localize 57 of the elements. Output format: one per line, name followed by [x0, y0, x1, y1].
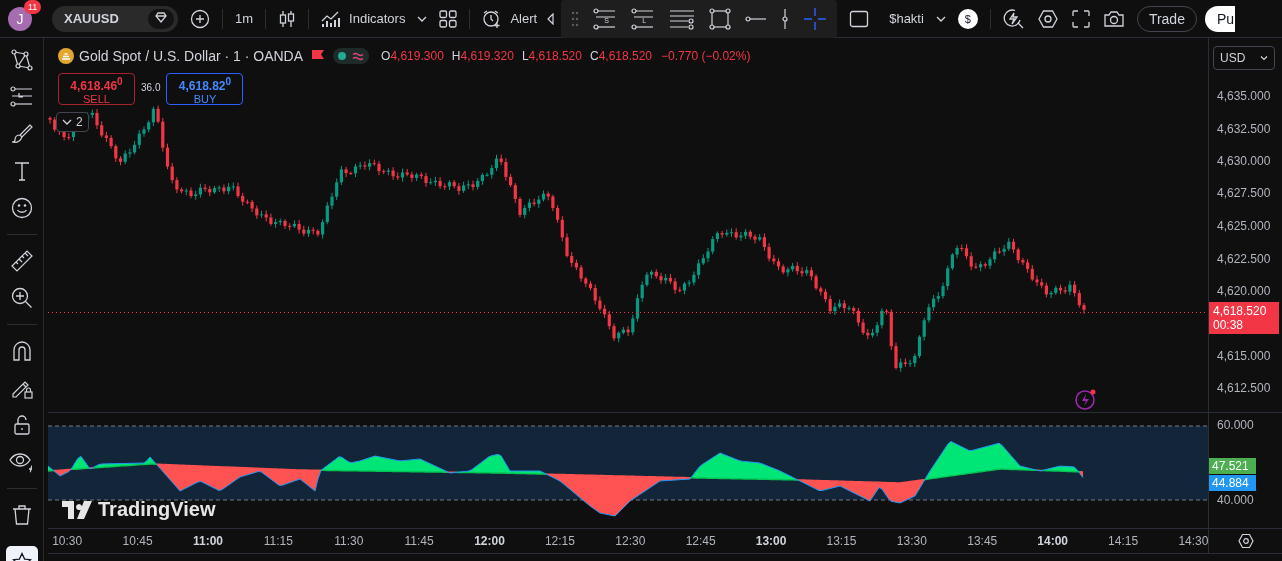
- symbol-title[interactable]: Gold Spot / U.S. Dollar · 1 · OANDA: [79, 48, 304, 64]
- price-tick: 4,620.000: [1217, 284, 1271, 298]
- price-tick: 4,635.000: [1217, 89, 1271, 103]
- price-change: −0.770 (−0.02%): [661, 49, 751, 63]
- price-tick: 4,622.500: [1217, 252, 1271, 266]
- time-tick: 13:45: [966, 533, 999, 550]
- time-tick: 11:00: [191, 533, 224, 550]
- sell-button[interactable]: 4,618.46$^{0}$ SELL: [58, 73, 135, 105]
- symbol-search[interactable]: XAUUSD: [52, 5, 178, 32]
- time-tick: 11:30: [333, 533, 365, 550]
- currency-badge[interactable]: $: [957, 8, 978, 29]
- symbol-name: XAUUSD: [64, 11, 119, 26]
- notification-badge: 11: [24, 0, 42, 14]
- time-tick: 10:30: [51, 533, 84, 550]
- ohlc-label: C: [589, 49, 599, 63]
- ohlc-value: 4,619.320: [460, 49, 514, 63]
- ohlc-value: 4,618.520: [598, 49, 652, 63]
- price-tick: 4,615.000: [1217, 349, 1271, 363]
- time-tick: 12:45: [684, 533, 717, 550]
- watermark-text: TradingView: [98, 498, 216, 521]
- ohlc-value: 4,618.520: [528, 49, 582, 63]
- time-tick: 14:30: [1177, 533, 1210, 550]
- interval-button[interactable]: 1m: [235, 11, 254, 26]
- time-tick: 13:15: [825, 533, 858, 550]
- buy-button[interactable]: 4,618.82$^{0}$ BUY: [166, 73, 244, 105]
- ohlc-label: O: [381, 49, 391, 63]
- spread-value: 36.0: [141, 82, 161, 93]
- currency-dropdown[interactable]: USD: [1213, 46, 1275, 70]
- price-tick: 4,625.000: [1217, 219, 1271, 233]
- price-tick: 4,612.500: [1217, 381, 1271, 395]
- time-tick: 13:30: [895, 533, 928, 550]
- indicators-toggle[interactable]: 2: [56, 112, 89, 132]
- alert-button[interactable]: Alert: [482, 8, 538, 29]
- time-tick: 10:45: [121, 533, 154, 550]
- ohlc-label: H: [451, 49, 461, 63]
- price-tick: 4,632.500: [1217, 122, 1271, 136]
- time-tick: 14:00: [1036, 533, 1069, 550]
- publish-button[interactable]: Pu: [1204, 5, 1235, 32]
- time-tick: 13:00: [754, 533, 788, 550]
- time-tick: 12:30: [614, 533, 647, 550]
- bar-countdown: 00:38: [1213, 318, 1245, 332]
- time-tick: 14:15: [1107, 533, 1140, 550]
- oscillator-tick: 40.000: [1217, 493, 1254, 507]
- time-tick: 12:00: [473, 533, 506, 550]
- oscillator-value: 44.884: [1209, 475, 1256, 491]
- time-tick: 11:45: [403, 533, 435, 550]
- price-tick: 4,630.000: [1217, 154, 1271, 168]
- ohlc-label: L: [521, 49, 529, 63]
- ohlc-value: 4,619.300: [390, 49, 444, 63]
- layout-name[interactable]: $hakti: [889, 11, 924, 26]
- time-tick: 12:15: [543, 533, 576, 550]
- price-tick: 4,627.500: [1217, 186, 1271, 200]
- last-price: 4,618.520: [1213, 304, 1268, 318]
- time-tick: 11:15: [262, 533, 294, 550]
- oscillator-value: 47.521: [1209, 458, 1256, 474]
- indicators-button[interactable]: Indicators: [321, 9, 406, 28]
- oscillator-tick: 60.000: [1217, 418, 1254, 432]
